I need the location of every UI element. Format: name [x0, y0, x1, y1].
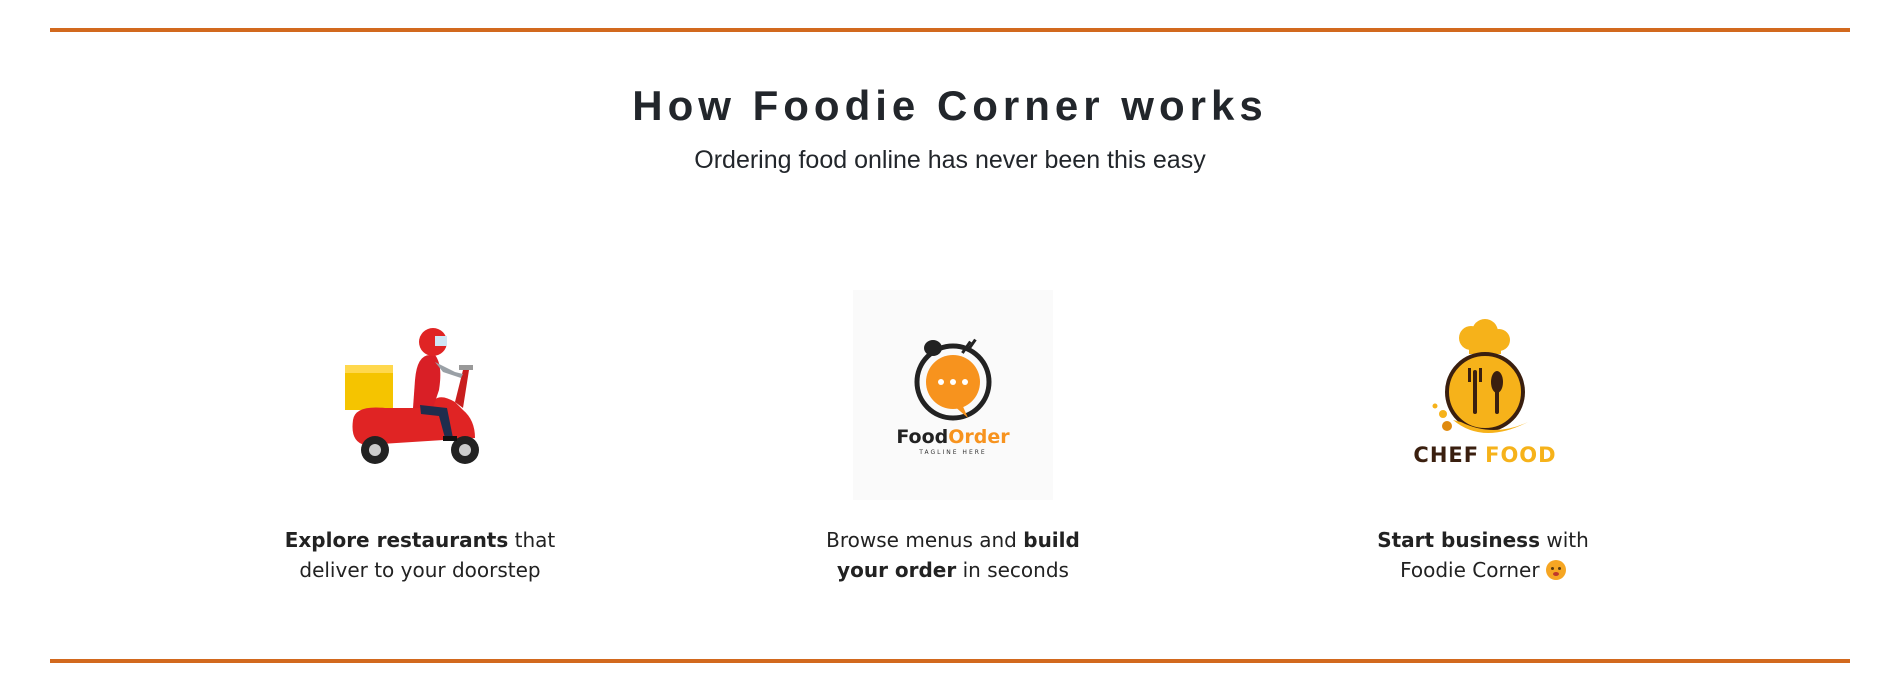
caption-text: that — [508, 528, 556, 552]
caption-text: Browse menus and — [826, 528, 1024, 552]
logo-word-food: Food — [896, 426, 948, 448]
logo-tagline: TAGLINE HERE — [918, 449, 986, 456]
svg-text:CHEFFOOD: CHEF FOOD — [1413, 443, 1556, 467]
step-card-business: CHEF FOOD Start business with Foodie Corn… — [1293, 290, 1673, 585]
caption-line2: Foodie Corner — [1400, 558, 1540, 582]
caption-bold-2: your order — [837, 558, 957, 582]
top-divider — [50, 28, 1850, 32]
step-card-browse: FoodOrder TAGLINE HERE Browse menus and … — [763, 290, 1143, 585]
caption-bold-1: build — [1023, 528, 1080, 552]
logo-word-chef: CHEF — [1413, 443, 1479, 467]
svg-text:FoodOrder: FoodOrder — [896, 426, 1010, 448]
kissing-face-emoji-icon — [1545, 560, 1566, 580]
chef-food-logo-icon: CHEF FOOD — [1383, 290, 1583, 500]
caption-bold-lead: Explore restaurants — [284, 528, 509, 552]
section-title: How Foodie Corner works — [632, 82, 1268, 129]
delivery-scooter-icon — [320, 290, 520, 500]
step-caption-explore: Explore restaurants that deliver to your… — [230, 525, 610, 585]
step-caption-business: Start business with Foodie Corner — [1293, 525, 1673, 585]
caption-line2: deliver to your doorstep — [299, 558, 541, 582]
food-order-logo-icon: FoodOrder TAGLINE HERE — [853, 290, 1053, 500]
step-caption-browse: Browse menus and build your order in sec… — [763, 525, 1143, 585]
caption-text-end: in seconds — [956, 558, 1069, 582]
caption-bold-lead: Start business — [1377, 528, 1540, 552]
bottom-divider — [50, 659, 1850, 663]
step-card-explore: Explore restaurants that deliver to your… — [230, 290, 610, 585]
caption-text: with — [1539, 528, 1589, 552]
section-subtitle: Ordering food online has never been this… — [694, 146, 1206, 174]
logo-word-order: Order — [948, 426, 1010, 448]
logo-word-food: FOOD — [1485, 443, 1556, 467]
